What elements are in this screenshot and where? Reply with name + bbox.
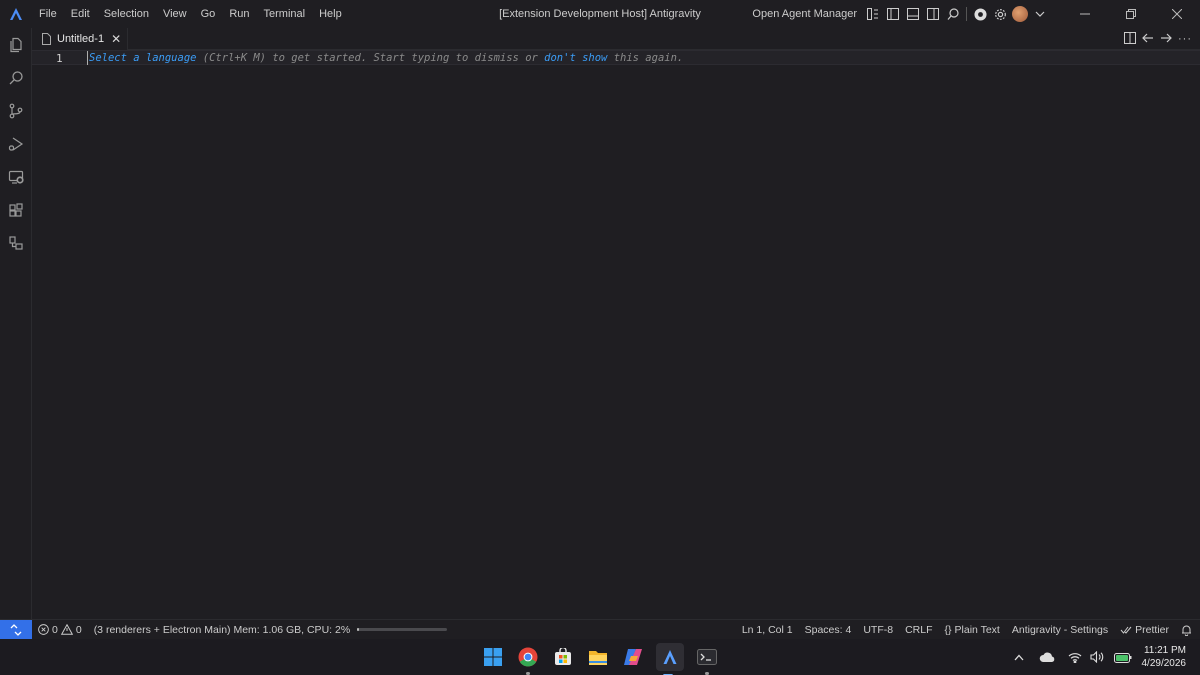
chrome-icon[interactable]: [516, 645, 540, 675]
editor-tab-bar: Untitled-1 ✕ ···: [32, 28, 1200, 50]
terminal-icon[interactable]: [695, 645, 719, 675]
cursor-position[interactable]: Ln 1, Col 1: [736, 624, 799, 636]
title-bar: File Edit Selection View Go Run Terminal…: [0, 0, 1200, 28]
volume-icon[interactable]: [1086, 646, 1108, 668]
windows-taskbar: 11:21 PM 4/29/2026: [0, 639, 1200, 675]
go-forward-icon[interactable]: [1160, 32, 1172, 46]
menu-go[interactable]: Go: [194, 0, 223, 28]
status-bar: 0 0 (3 renderers + Electron Main) Mem: 1…: [0, 619, 1200, 639]
more-actions-icon[interactable]: ···: [1178, 33, 1192, 45]
menu-run[interactable]: Run: [222, 0, 256, 28]
status-bar-right: Ln 1, Col 1 Spaces: 4 UTF-8 CRLF {} Plai…: [736, 620, 1200, 639]
editor-actions: ···: [1124, 28, 1192, 50]
title-bar-actions: Open Agent Manager: [746, 0, 1200, 28]
tab-untitled-1[interactable]: Untitled-1 ✕: [32, 28, 128, 50]
prettier-status[interactable]: Prettier: [1114, 624, 1175, 636]
warning-count: 0: [75, 623, 82, 636]
cpu-usage-bar: [357, 628, 448, 631]
agent-panel-icon[interactable]: [0, 226, 32, 259]
search-icon[interactable]: [943, 4, 963, 24]
cpu-usage-fill: [357, 628, 360, 631]
process-info-text: (3 renderers + Electron Main) Mem: 1.06 …: [93, 623, 351, 636]
warning-icon: [60, 624, 73, 635]
store-icon[interactable]: [551, 645, 575, 669]
language-mode[interactable]: {} Plain Text: [939, 624, 1006, 636]
minimize-button[interactable]: [1062, 0, 1108, 28]
go-back-icon[interactable]: [1142, 32, 1154, 46]
notifications-bell-icon[interactable]: [1175, 624, 1200, 636]
error-icon: [38, 624, 49, 635]
remote-explorer-icon[interactable]: [0, 160, 32, 193]
clock[interactable]: 11:21 PM 4/29/2026: [1134, 644, 1200, 670]
empty-editor-hint: Select a language (Ctrl+K M) to get star…: [89, 52, 683, 64]
hint-tail-text: this again.: [607, 52, 684, 64]
close-window-button[interactable]: [1154, 0, 1200, 28]
copilot-icon[interactable]: [621, 645, 645, 669]
menu-selection[interactable]: Selection: [97, 0, 156, 28]
clock-date: 4/29/2026: [1141, 658, 1187, 669]
toggle-primary-sidebar-icon[interactable]: [883, 4, 903, 24]
settings-gear-icon[interactable]: [990, 4, 1010, 24]
extensions-icon[interactable]: [0, 193, 32, 226]
open-agent-manager-button[interactable]: Open Agent Manager: [746, 8, 863, 20]
menu-view[interactable]: View: [156, 0, 194, 28]
prettier-label: Prettier: [1135, 623, 1169, 636]
language-mode-label: Plain Text: [954, 623, 1000, 636]
separator: [966, 7, 967, 21]
menu-file[interactable]: File: [32, 0, 64, 28]
wifi-icon[interactable]: [1064, 646, 1086, 668]
battery-icon[interactable]: [1112, 646, 1134, 668]
antigravity-settings[interactable]: Antigravity - Settings: [1006, 624, 1114, 636]
toggle-panel-icon[interactable]: [903, 4, 923, 24]
system-tray: 11:21 PM 4/29/2026: [1008, 639, 1200, 675]
split-editor-icon[interactable]: [1124, 31, 1136, 47]
end-of-line[interactable]: CRLF: [899, 624, 938, 636]
close-tab-icon[interactable]: ✕: [111, 32, 121, 46]
double-check-icon: [1120, 626, 1132, 634]
antigravity-icon[interactable]: [656, 643, 684, 675]
taskbar-apps: [481, 639, 719, 675]
activity-bar: [0, 28, 32, 619]
menu-bar: File Edit Selection View Go Run Terminal…: [32, 0, 349, 28]
source-control-icon[interactable]: [0, 94, 32, 127]
account-avatar[interactable]: [1010, 4, 1030, 24]
restore-button[interactable]: [1108, 0, 1154, 28]
process-info[interactable]: (3 renderers + Electron Main) Mem: 1.06 …: [88, 624, 453, 636]
hint-shortcut-text: (Ctrl+K M) to get started. Start typing …: [196, 52, 545, 64]
chrome-browser-icon[interactable]: [970, 4, 990, 24]
file-explorer-icon[interactable]: [586, 645, 610, 669]
chevron-up-icon[interactable]: [1008, 646, 1030, 668]
antigravity-logo-icon[interactable]: [0, 0, 32, 28]
file-icon: [42, 33, 51, 45]
text-cursor: [87, 51, 88, 65]
line-number: 1: [56, 52, 63, 65]
menu-help[interactable]: Help: [312, 0, 349, 28]
windows-start-icon[interactable]: [481, 645, 505, 669]
menu-edit[interactable]: Edit: [64, 0, 97, 28]
chevron-down-icon[interactable]: [1030, 4, 1050, 24]
dont-show-link[interactable]: don't show: [544, 52, 607, 64]
explorer-icon[interactable]: [0, 28, 32, 61]
remote-indicator-icon[interactable]: [0, 620, 32, 639]
select-language-link[interactable]: Select a language: [89, 52, 196, 64]
tab-label: Untitled-1: [57, 33, 105, 45]
clock-time: 11:21 PM: [1143, 645, 1186, 656]
current-line-highlight: 1 Select a language (Ctrl+K M) to get st…: [32, 50, 1200, 65]
run-debug-icon[interactable]: [0, 127, 32, 160]
menu-terminal[interactable]: Terminal: [257, 0, 313, 28]
error-count: 0: [52, 623, 58, 636]
encoding[interactable]: UTF-8: [857, 624, 899, 636]
toggle-secondary-sidebar-icon[interactable]: [923, 4, 943, 24]
problems-indicator[interactable]: 0 0: [32, 624, 88, 636]
braces-icon: {}: [944, 623, 952, 636]
indentation[interactable]: Spaces: 4: [799, 624, 858, 636]
editor-area[interactable]: 1 Select a language (Ctrl+K M) to get st…: [32, 50, 1200, 619]
customize-layout-icon[interactable]: [863, 4, 883, 24]
onedrive-cloud-icon[interactable]: [1036, 646, 1058, 668]
search-icon[interactable]: [0, 61, 32, 94]
